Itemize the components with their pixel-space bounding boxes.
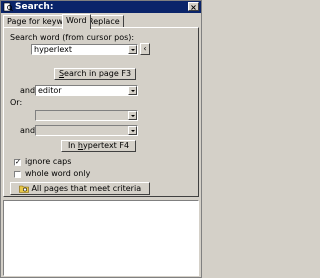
close-icon[interactable]: ×	[188, 2, 199, 12]
or-label: Or:	[10, 98, 23, 107]
whole-word-checkbox[interactable]	[14, 171, 21, 178]
whole-word-label: whole word only	[25, 169, 91, 178]
window-title: Search:	[15, 2, 54, 12]
search-word-value: hyperlext	[34, 45, 72, 54]
all-pages-button[interactable]: All pages that meet criteria	[10, 182, 150, 195]
tab-word[interactable]: Word	[62, 14, 91, 29]
search-in-page-button[interactable]: Search in page F3	[54, 68, 136, 80]
and-word-value-1: editor	[38, 86, 62, 95]
search-word-dropdown[interactable]: hyperlext	[31, 44, 138, 55]
in-hypertext-button[interactable]: In hypertext F4	[61, 140, 136, 152]
folder-search-icon	[19, 184, 29, 193]
word-tab-panel: Search word (from cursor pos): hyperlext…	[3, 27, 199, 197]
or-word-dropdown[interactable]	[35, 110, 138, 121]
title-bar: Search: ×	[1, 1, 201, 13]
and-word-dropdown-1[interactable]: editor	[35, 85, 138, 96]
and-word-dropdown-2[interactable]	[35, 125, 138, 136]
results-list[interactable]	[3, 200, 199, 276]
dropdown-arrow-icon[interactable]	[128, 86, 137, 95]
app-search-icon	[3, 2, 13, 12]
all-pages-label: All pages that meet criteria	[31, 184, 142, 193]
search-word-label: Search word (from cursor pos):	[10, 33, 135, 42]
checkmark-icon: ✓	[15, 158, 21, 166]
ignore-caps-label: ignore caps	[25, 157, 72, 166]
ignore-caps-checkbox[interactable]: ✓	[14, 159, 21, 166]
dropdown-arrow-icon[interactable]	[128, 126, 137, 135]
lookup-button[interactable]: ‹	[140, 43, 150, 55]
dropdown-arrow-icon[interactable]	[128, 111, 137, 120]
search-window: Search: × Page for keyword Word Replace …	[0, 0, 202, 278]
dropdown-arrow-icon[interactable]	[128, 45, 137, 54]
